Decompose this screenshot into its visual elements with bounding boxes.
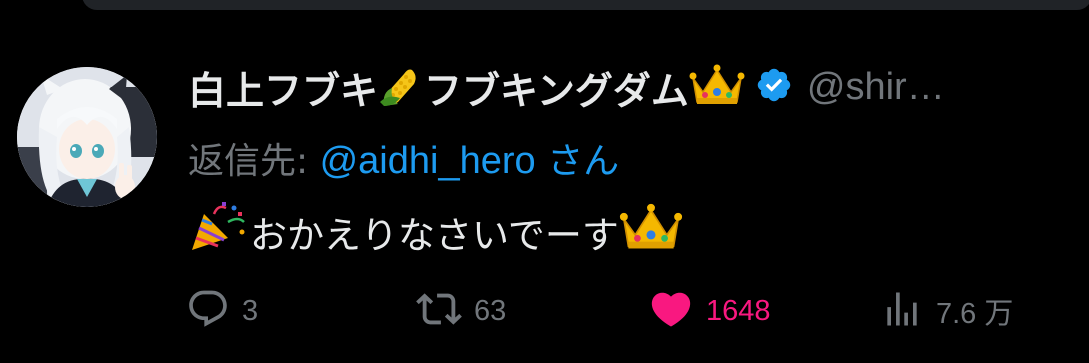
reply-mention-link[interactable]: @aidhi_hero <box>320 140 536 182</box>
reply-icon <box>186 287 230 335</box>
like-count: 1648 <box>706 294 771 327</box>
tweet-text: おかえりなさいでーす <box>188 200 683 263</box>
tweet-actions: 3 63 1648 7.6 万 <box>186 288 1046 334</box>
reply-count: 3 <box>242 294 259 327</box>
display-name[interactable]: 白上フブキ <box>188 60 378 115</box>
reply-to-line: 返信先: @aidhi_hero さん <box>188 132 619 184</box>
heart-icon <box>648 286 694 336</box>
avatar[interactable] <box>17 67 157 207</box>
crown-emoji <box>619 201 683 262</box>
corn-emoji <box>378 62 424 112</box>
reply-mention-suffix[interactable]: さん <box>536 141 619 182</box>
user-handle[interactable]: @shir… <box>807 66 945 109</box>
tweet-header: 白上フブキ フブキングダム @shir… <box>188 56 1083 118</box>
tweet-body: おかえりなさいでーす <box>250 213 619 257</box>
views-icon <box>880 287 924 335</box>
search-bar-edge[interactable] <box>82 0 1089 10</box>
verified-badge-icon[interactable] <box>755 66 793 108</box>
retweet-button[interactable]: 63 <box>416 288 506 334</box>
reply-button[interactable]: 3 <box>186 288 258 334</box>
reply-prefix: 返信先: <box>188 141 320 182</box>
tweet[interactable]: 白上フブキ フブキングダム @shir… 返信先: @aidhi_hero さん… <box>0 38 1089 363</box>
views-button[interactable]: 7.6 万 <box>880 288 1013 334</box>
views-count: 7.6 万 <box>936 298 1014 330</box>
retweet-icon <box>416 286 462 336</box>
top-bar <box>0 0 1089 38</box>
display-name-suffix[interactable]: フブキングダム <box>424 60 689 115</box>
party-popper-emoji <box>188 200 250 263</box>
retweet-count: 63 <box>474 294 507 327</box>
crown-emoji <box>689 62 745 112</box>
like-button[interactable]: 1648 <box>648 288 771 334</box>
